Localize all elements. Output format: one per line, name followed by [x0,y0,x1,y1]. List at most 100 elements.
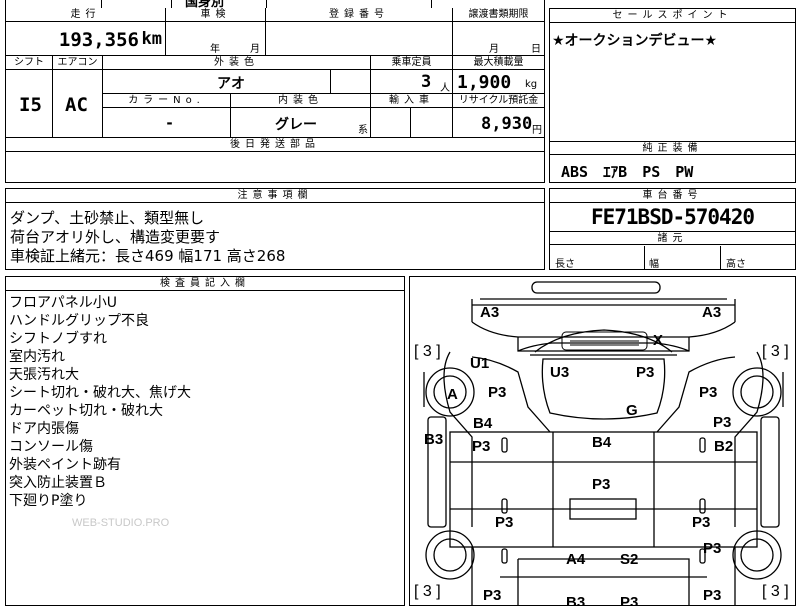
equipment-item: PS [642,163,661,181]
height-label: 高さ [726,259,746,270]
damage-label: P3 [488,384,507,401]
chassis-label: 車台番号 [550,189,795,203]
interior-color-value: グレー [275,117,317,133]
chassis-box: 車台番号 FE71BSD-570420 諸元 長さ 幅 高さ [549,188,796,270]
exterior-color-label: 外装色 [103,56,371,70]
watermark: WEB-STUDIO.PRO [72,517,170,529]
equipment-item: PW [675,163,694,181]
damage-label: P3 [483,587,502,604]
color-no-label: カラーNo. [103,94,231,108]
damage-label: S2 [620,551,639,568]
damage-label: B3 [566,594,586,606]
inspector-box: 検査員記入欄 フロアパネル小U ハンドルグリップ不良 シフトノブすれ 室内汚れ … [5,276,405,606]
inspector-line: コンソール傷 [9,439,93,455]
later-parts-value [6,152,545,182]
chassis-number: FE71BSD-570420 [590,205,755,229]
damage-label: U1 [470,355,490,372]
inspector-line: シート切れ・破れ大、焦げ大 [9,385,191,401]
interior-color-suffix: 系 [358,125,368,136]
equipment-item: ｴｱB [603,163,628,181]
equipment-label: 純正装備 [550,141,795,155]
tire-grade-rear-right: [ 3 ] [762,583,789,600]
damage-label: P3 [703,540,722,557]
seating-unit: 人 [440,83,450,94]
color-no-value: - [165,114,175,132]
max-load-value: 1,900 [457,72,512,93]
exterior-color-cell: アオ [103,70,331,94]
notes-line: 荷台アオリ外し、構造変更要す [10,228,221,246]
seating-cell: 3 人 [371,70,453,94]
inspector-line: カーペット切れ・破れ大 [9,403,163,419]
aircon-label: エアコン [53,56,103,70]
notes-line: 車検証上緒元：長さ469 幅171 高さ268 [10,247,286,265]
mileage-unit: km [141,29,162,49]
damage-label: B4 [473,415,493,432]
mileage-label: 走行 [6,8,166,22]
aircon-cell: AC [53,70,103,138]
inspector-line: 室内汚れ [9,349,65,365]
tire-grade-rear-left: [ 3 ] [414,583,441,600]
recycle-unit: 円 [532,125,542,136]
equipment-list: ABS ｴｱB PS PW [561,161,693,182]
shift-label: シフト [6,56,53,70]
damage-label: P3 [620,594,639,606]
seating-label: 乗車定員 [371,56,453,70]
damage-label: A3 [702,304,722,321]
later-parts-label: 後日発送部品 [6,138,545,152]
damage-label: B3 [424,431,444,448]
inspector-line: シフトノブすれ [9,331,107,347]
damage-label: G [626,402,638,419]
inspector-line: フロアパネル小U [9,295,117,311]
transfer-month-unit: 月 [489,44,499,55]
recycle-label: リサイクル預託金 [453,94,545,108]
interior-color-label: 内装色 [231,94,371,108]
recycle-value: 8,930 [481,114,533,134]
inspector-line: 外装ペイント跡有 [9,457,121,473]
mileage-cell: 193,356 km [6,22,166,56]
recycle-cell: 8,930 円 [453,108,545,138]
damage-label: P3 [692,514,711,531]
shift-value: I5 [19,94,42,116]
inspector-line: 突入防止装置Ｂ [9,475,107,491]
sales-point-label: セールスポイント [550,9,795,23]
inspector-label: 検査員記入欄 [6,277,404,291]
equipment-item: ABS [561,163,589,181]
damage-label: B2 [714,438,734,455]
import-cell-b [411,108,453,138]
damage-label: P3 [495,514,514,531]
mileage-value: 193,356 [58,29,139,51]
transfer-cell: 月 日 [453,22,545,56]
damage-label: A3 [480,304,500,321]
damage-label: A [447,386,458,403]
max-load-cell: 1,900 kg [453,70,545,94]
damage-label: P3 [703,587,722,604]
damage-label: A4 [566,551,586,568]
notes-label: 注意事項欄 [6,189,544,203]
tire-grade-front-left: [ 3 ] [414,343,441,360]
max-load-label: 最大積載量 [453,56,545,70]
sales-point-box: セールスポイント ★オークションデビュー★ 純正装備 ABS ｴｱB PS PW [549,8,796,183]
inspection-label: 車検 [166,8,266,22]
specs-label: 諸元 [550,231,795,245]
shift-cell: I5 [6,70,53,138]
damage-label: X [653,332,664,349]
damage-label: P3 [699,384,718,401]
inspector-line: ドア内張傷 [9,421,79,437]
car-diagram-box: [ 3 ] [ 3 ] [ 3 ] [ 3 ] A3 A3 X U1 U3 P3… [409,276,796,606]
exterior-color-value: アオ [217,76,245,92]
transfer-day-unit: 日 [531,44,541,55]
tire-grade-front-right: [ 3 ] [762,343,789,360]
import-label: 輸入車 [371,94,453,108]
transfer-deadline-label: 譲渡書類期限 [453,8,545,22]
registration-label: 登録番号 [266,8,453,22]
damage-label: P3 [472,438,491,455]
import-cell-a [371,108,411,138]
seating-value: 3 [421,72,432,92]
inspection-year-unit: 年 [210,44,220,55]
notes-box: 注意事項欄 ダンプ、土砂禁止、類型無し 荷台アオリ外し、構造変更要す 車検証上緒… [5,188,545,270]
width-label: 幅 [649,259,659,270]
damage-label: U3 [550,364,570,381]
inspection-cell: 年 月 [166,22,266,56]
damage-label: P3 [592,476,611,493]
exterior-color-extra [331,70,371,94]
